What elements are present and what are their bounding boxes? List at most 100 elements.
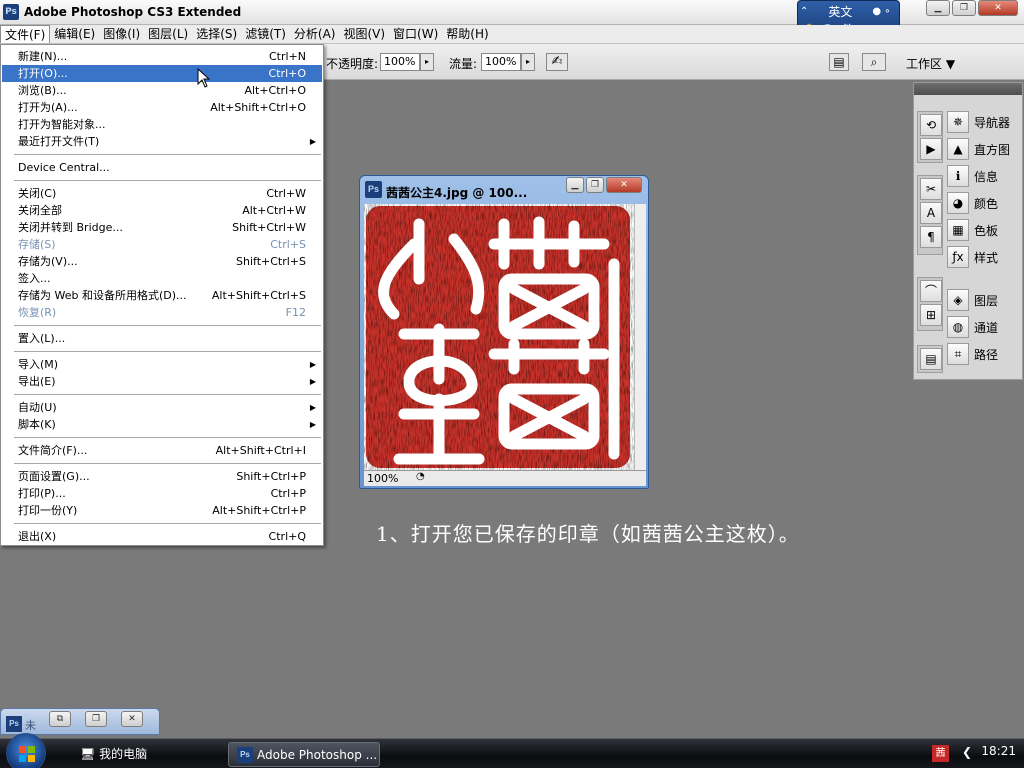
opacity-input[interactable]: 100%: [380, 53, 420, 71]
file-menu-item[interactable]: 关闭并转到 Bridge... Shift+Ctrl+W: [2, 219, 322, 236]
panel-layers[interactable]: ◈ 图层: [947, 287, 1023, 313]
flow-arrow-icon[interactable]: ▸: [521, 53, 535, 71]
menu-item-label: 打开为智能对象...: [18, 118, 106, 131]
taskbar-photoshop[interactable]: Ps Adobe Photoshop ...: [228, 742, 380, 767]
flow-input[interactable]: 100%: [481, 53, 521, 71]
tool-group-1: ⟲ ▶: [917, 111, 943, 163]
panel-color[interactable]: ◕ 颜色: [947, 190, 1023, 216]
submenu-arrow-icon: ▶: [309, 403, 316, 412]
character-icon[interactable]: A: [920, 202, 942, 224]
bridge-icon[interactable]: ⌕: [862, 53, 886, 71]
menu-9[interactable]: 帮助(H): [442, 25, 492, 43]
min-restore-button[interactable]: ⧉: [49, 711, 71, 727]
taskbar-my-computer[interactable]: 🖥︎ 我的电脑: [80, 742, 147, 767]
ime-options-icon[interactable]: ● ∘: [872, 6, 890, 17]
menu-7[interactable]: 视图(V): [339, 25, 389, 43]
doc-minimize-button[interactable]: ▁: [566, 177, 584, 193]
menu-item-shortcut: Alt+Shift+Ctrl+S: [211, 289, 306, 302]
minimize-button[interactable]: ▁: [926, 0, 950, 16]
vertical-scrollbar[interactable]: [634, 204, 646, 470]
file-menu-item[interactable]: 页面设置(G)... Shift+Ctrl+P: [2, 468, 322, 485]
doc-close-button[interactable]: ✕: [606, 177, 642, 193]
file-menu-item[interactable]: 打开(O)... Ctrl+O: [2, 65, 322, 82]
airbrush-icon[interactable]: ✍: [546, 53, 568, 71]
menu-5[interactable]: 滤镜(T): [241, 25, 290, 43]
file-menu-item[interactable]: 打印一份(Y) Alt+Shift+Ctrl+P: [2, 502, 322, 519]
maximize-button[interactable]: ❐: [952, 0, 976, 16]
panel-channels[interactable]: ◍ 通道: [947, 314, 1023, 340]
menu-separator: [14, 463, 321, 464]
file-menu-item[interactable]: 浏览(B)... Alt+Ctrl+O: [2, 82, 322, 99]
opacity-arrow-icon[interactable]: ▸: [420, 53, 434, 71]
panel-swatches[interactable]: ▦ 色板: [947, 217, 1023, 243]
menu-2[interactable]: 图像(I): [99, 25, 144, 43]
panel-navigator[interactable]: ✵ 导航器: [947, 109, 1023, 135]
status-menu-icon[interactable]: ◔: [416, 471, 425, 482]
file-menu-item[interactable]: 存储(S) Ctrl+S: [2, 236, 322, 253]
file-menu-item[interactable]: 最近打开文件(T) ▶: [2, 133, 322, 150]
menu-item-label: 脚本(K): [18, 418, 56, 431]
file-menu-item[interactable]: 签入...: [2, 270, 322, 287]
menu-item-shortcut: Shift+Ctrl+W: [232, 221, 306, 234]
file-menu-item[interactable]: 打印(P)... Ctrl+P: [2, 485, 322, 502]
menu-item-shortcut: Alt+Shift+Ctrl+P: [212, 504, 306, 517]
panel-info[interactable]: ℹ 信息: [947, 163, 1023, 189]
menu-6[interactable]: 分析(A): [290, 25, 340, 43]
file-menu-item[interactable]: 退出(X) Ctrl+Q: [2, 528, 322, 545]
doc-maximize-button[interactable]: ❐: [586, 177, 604, 193]
ime-language[interactable]: 英文: [828, 3, 852, 20]
minimized-window[interactable]: Ps 未 ⧉ ❐ ✕: [0, 708, 160, 735]
menu-item-label: 存储为(V)...: [18, 255, 78, 268]
file-menu-item[interactable]: 文件简介(F)... Alt+Shift+Ctrl+I: [2, 442, 322, 459]
menu-item-shortcut: Alt+Ctrl+O: [244, 84, 306, 97]
clone-source-icon[interactable]: ⊞: [920, 304, 942, 326]
menu-8[interactable]: 窗口(W): [389, 25, 442, 43]
submenu-arrow-icon: ▶: [309, 420, 316, 429]
my-computer-label: 我的电脑: [99, 747, 148, 761]
start-button[interactable]: [6, 733, 46, 768]
min-close-button[interactable]: ✕: [121, 711, 143, 727]
image-canvas[interactable]: [364, 204, 634, 470]
file-menu-item[interactable]: 置入(L)...: [2, 330, 322, 347]
panel-histogram[interactable]: ▲ 直方图: [947, 136, 1023, 162]
file-menu-item[interactable]: 打开为智能对象...: [2, 116, 322, 133]
file-menu-item[interactable]: 打开为(A)... Alt+Shift+Ctrl+O: [2, 99, 322, 116]
menu-item-label: 签入...: [18, 272, 51, 285]
paragraph-icon[interactable]: ¶: [920, 226, 942, 248]
notes-icon[interactable]: ▤: [920, 348, 942, 370]
file-menu-item[interactable]: Device Central...: [2, 159, 322, 176]
close-button[interactable]: ✕: [978, 0, 1018, 16]
menu-3[interactable]: 图层(L): [144, 25, 192, 43]
panel-styles[interactable]: ƒx 样式: [947, 244, 1023, 270]
file-menu-item[interactable]: 关闭全部 Alt+Ctrl+W: [2, 202, 322, 219]
workspace-button[interactable]: 工作区 ▼: [906, 55, 955, 72]
tray-seal-icon[interactable]: 茜: [932, 745, 949, 762]
file-menu-item[interactable]: 脚本(K) ▶: [2, 416, 322, 433]
file-menu-item[interactable]: 关闭(C) Ctrl+W: [2, 185, 322, 202]
file-menu-item[interactable]: 新建(N)... Ctrl+N: [2, 48, 322, 65]
brushes-icon[interactable]: ⌒: [920, 280, 942, 302]
file-menu-item[interactable]: 导出(E) ▶: [2, 373, 322, 390]
tool-presets-icon[interactable]: ✂: [920, 178, 942, 200]
min-maximize-button[interactable]: ❐: [85, 711, 107, 727]
collapse-icon[interactable]: ⌃: [800, 6, 808, 17]
file-menu-item[interactable]: 自动(U) ▶: [2, 399, 322, 416]
menu-1[interactable]: 编辑(E): [50, 25, 99, 43]
menu-item-shortcut: Alt+Shift+Ctrl+O: [210, 101, 306, 114]
actions-icon[interactable]: ▶: [920, 138, 942, 160]
mouse-cursor-icon: [197, 68, 211, 88]
history-brush-icon[interactable]: ⟲: [920, 114, 942, 136]
windows-logo-icon: [19, 746, 35, 762]
file-menu-item[interactable]: 存储为 Web 和设备所用格式(D)... Alt+Shift+Ctrl+S: [2, 287, 322, 304]
app-title: Adobe Photoshop CS3 Extended: [24, 5, 242, 19]
file-menu-item[interactable]: 导入(M) ▶: [2, 356, 322, 373]
panel-paths[interactable]: ⌗ 路径: [947, 341, 1023, 367]
menu-4[interactable]: 选择(S): [192, 25, 241, 43]
zoom-level[interactable]: 100%: [367, 472, 398, 485]
file-menu-item[interactable]: 存储为(V)... Shift+Ctrl+S: [2, 253, 322, 270]
tray-expand-icon[interactable]: ❮: [962, 745, 972, 759]
menu-0[interactable]: 文件(F): [0, 25, 51, 43]
file-menu-item[interactable]: 恢复(R) F12: [2, 304, 322, 321]
panel-dock-header[interactable]: [914, 83, 1022, 95]
palette-well-icon[interactable]: ▤: [829, 53, 849, 71]
